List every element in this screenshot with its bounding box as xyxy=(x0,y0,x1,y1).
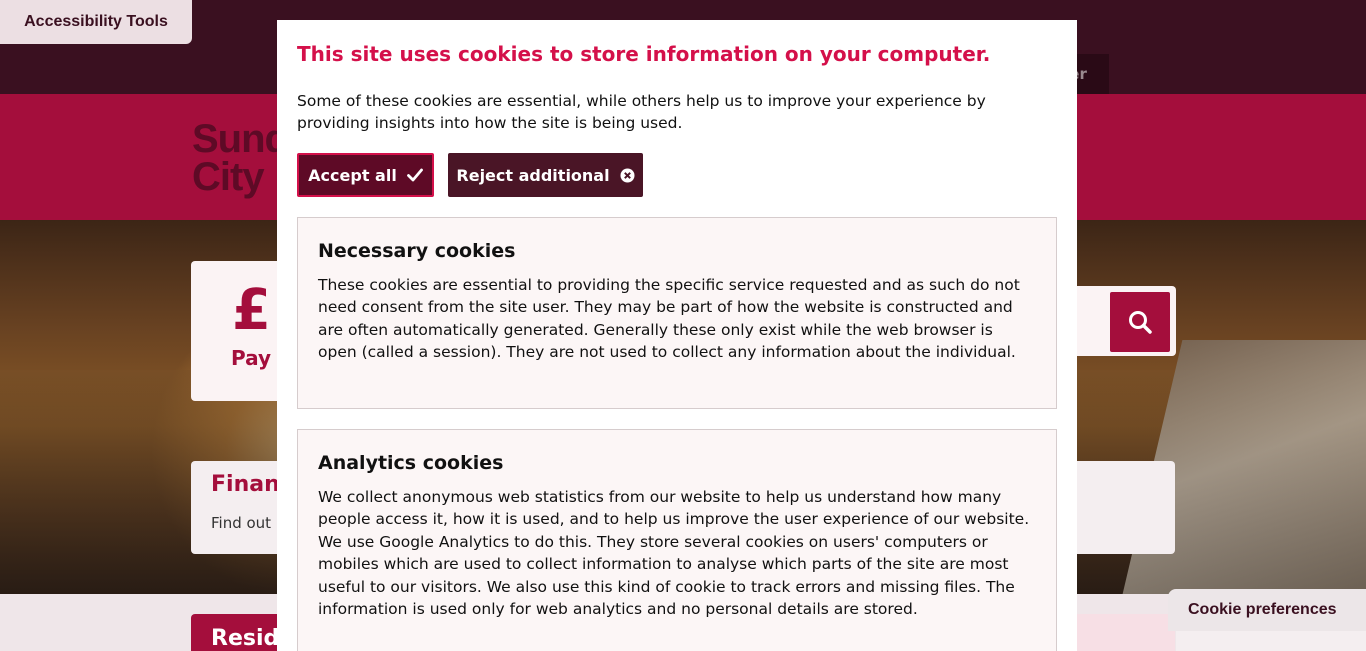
cookie-consent-dialog: This site uses cookies to store informat… xyxy=(277,20,1077,651)
dialog-intro: Some of these cookies are essential, whi… xyxy=(297,92,986,132)
reject-additional-button[interactable]: Reject additional xyxy=(448,153,643,197)
accept-all-label: Accept all xyxy=(308,165,397,185)
section-body: We collect anonymous web statistics from… xyxy=(318,488,1030,619)
section-title: Necessary cookies xyxy=(318,240,516,262)
reject-additional-label: Reject additional xyxy=(456,165,610,185)
accept-all-button[interactable]: Accept all xyxy=(297,153,434,197)
section-body: These cookies are essential to providing… xyxy=(318,276,1020,362)
necessary-cookies-section: Necessary cookies These cookies are esse… xyxy=(297,217,1057,409)
close-circle-icon xyxy=(620,168,635,182)
section-title: Analytics cookies xyxy=(318,452,504,474)
analytics-cookies-section: Analytics cookies We collect anonymous w… xyxy=(297,429,1057,651)
check-icon xyxy=(406,168,423,182)
dialog-title: This site uses cookies to store informat… xyxy=(297,42,991,66)
